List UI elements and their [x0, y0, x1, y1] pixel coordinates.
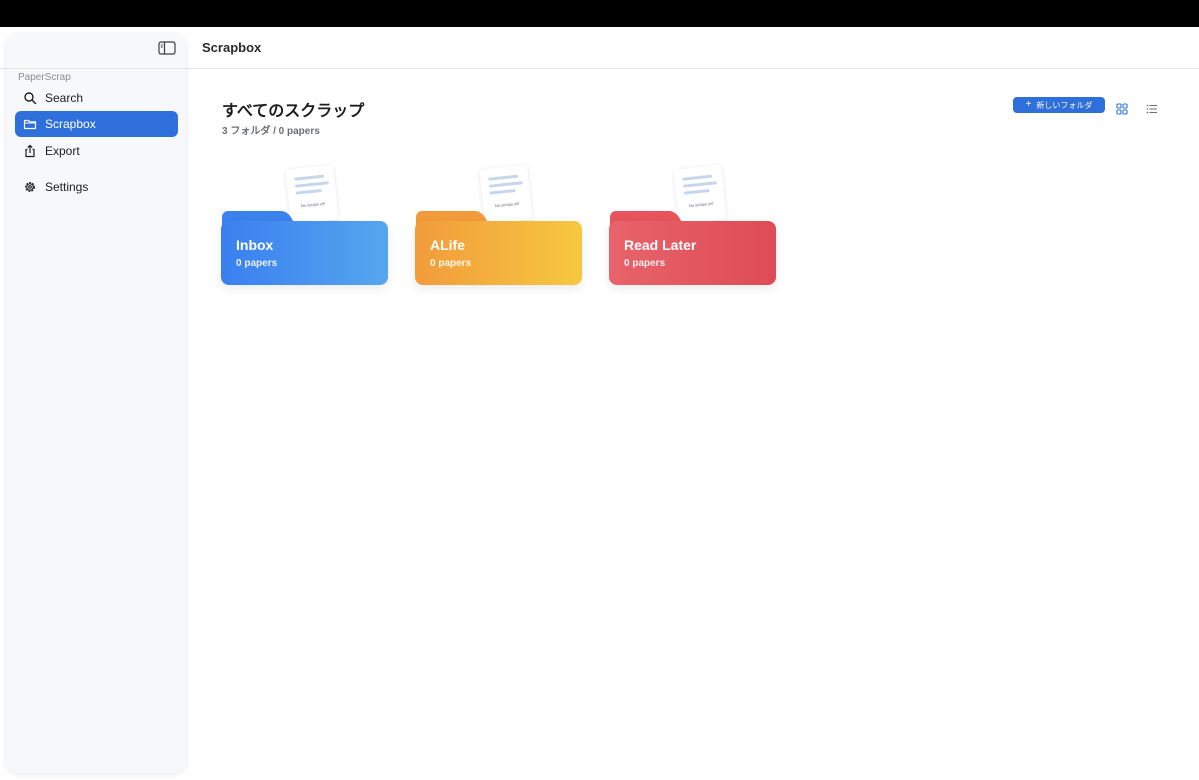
sidebar: PaperScrap Search Scrapbox Export Settin…	[6, 34, 186, 773]
plus-icon: +	[1025, 99, 1032, 110]
folder-icon	[23, 117, 37, 131]
sidebar-toggle-icon[interactable]	[158, 41, 176, 55]
folder-card-alife[interactable]: No scraps yet ALife 0 papers	[415, 162, 582, 287]
sidebar-item-scrapbox[interactable]: Scrapbox	[15, 111, 178, 137]
search-icon	[23, 91, 37, 105]
list-view-icon[interactable]	[1146, 102, 1158, 114]
content-title: すべてのスクラップ	[222, 103, 365, 120]
empty-paper-preview: No scraps yet	[479, 164, 533, 225]
app-window: Scrapbox PaperScrap Search Scrapbox Expo…	[0, 27, 1199, 780]
paper-empty-text: No scraps yet	[688, 200, 714, 209]
new-folder-label: 新しいフォルダ	[1036, 100, 1093, 110]
paper-line	[294, 181, 330, 188]
page-title: Scrapbox	[202, 40, 262, 55]
folder-body: Inbox 0 papers	[221, 221, 388, 285]
folder-name: Read Later	[624, 237, 697, 253]
grid-view-icon[interactable]	[1116, 102, 1128, 115]
folder-count: 0 papers	[624, 258, 666, 269]
content-subtitle: 3 フォルダ / 0 papers	[222, 126, 320, 137]
paper-line	[488, 181, 524, 188]
paper-empty-text: No scraps yet	[494, 200, 520, 209]
folder-card-read-later[interactable]: No scraps yet Read Later 0 papers	[609, 162, 776, 287]
sidebar-item-export[interactable]: Export	[15, 138, 178, 164]
sidebar-item-search[interactable]: Search	[15, 85, 178, 111]
paper-line	[683, 188, 710, 195]
paper-line	[682, 181, 718, 188]
sidebar-item-label: Search	[45, 91, 84, 105]
folder-body: Read Later 0 papers	[609, 221, 776, 285]
share-icon	[23, 144, 37, 158]
paper-line	[488, 174, 519, 181]
sidebar-item-settings[interactable]: Settings	[15, 174, 178, 200]
new-folder-button[interactable]: + 新しいフォルダ	[1013, 97, 1105, 113]
sidebar-item-label: Settings	[45, 180, 89, 194]
folder-count: 0 papers	[236, 258, 278, 269]
sidebar-divider	[6, 68, 186, 69]
folder-name: Inbox	[236, 237, 274, 253]
folder-card-inbox[interactable]: No scraps yet Inbox 0 papers	[221, 162, 388, 287]
empty-paper-preview: No scraps yet	[673, 164, 727, 225]
sidebar-item-label: Export	[45, 144, 80, 158]
paper-line	[295, 188, 322, 195]
paper-line	[682, 174, 713, 181]
folder-count: 0 papers	[430, 258, 472, 269]
empty-paper-preview: No scraps yet	[285, 164, 339, 225]
paper-empty-text: No scraps yet	[300, 200, 326, 209]
top-black-bar	[0, 0, 1199, 27]
folder-body: ALife 0 papers	[415, 221, 582, 285]
paper-line	[294, 174, 325, 181]
folder-name: ALife	[430, 237, 465, 253]
sidebar-item-label: Scrapbox	[45, 117, 96, 131]
gear-icon	[23, 180, 37, 194]
sidebar-section-label: PaperScrap	[18, 72, 71, 83]
paper-line	[489, 188, 516, 195]
